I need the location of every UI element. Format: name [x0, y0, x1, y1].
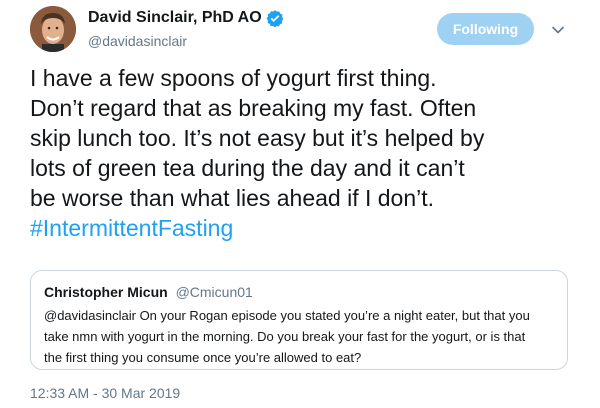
- quoted-tweet-author-handle: @Cmicun01: [175, 284, 253, 300]
- avatar[interactable]: [30, 6, 76, 52]
- quoted-tweet-header: Christopher Micun @Cmicun01: [44, 284, 253, 300]
- author-display-name[interactable]: David Sinclair, PhD AO: [88, 9, 262, 27]
- tweet-text-line: be worse than what lies ahead if I don’t…: [30, 185, 435, 211]
- tweet: David Sinclair, PhD AO @davidasinclair F…: [0, 0, 600, 408]
- tweet-text-line: skip lunch too. It’s not easy but it’s h…: [30, 125, 485, 151]
- quoted-tweet-text-line: @davidasinclair On your Rogan episode yo…: [44, 308, 530, 323]
- quoted-tweet-author-name: Christopher Micun: [44, 284, 168, 300]
- tweet-text-line: Don’t regard that as breaking my fast. O…: [30, 95, 477, 121]
- verified-badge-icon: [266, 10, 284, 27]
- quoted-tweet-text: @davidasinclair On your Rogan episode yo…: [44, 305, 559, 368]
- author-handle[interactable]: @davidasinclair: [88, 33, 187, 49]
- tweet-text-line: I have a few spoons of yogurt first thin…: [30, 65, 437, 91]
- following-button[interactable]: Following: [437, 13, 534, 45]
- tweet-timestamp[interactable]: 12:33 AM - 30 Mar 2019: [30, 385, 180, 401]
- quoted-tweet-text-line: the first thing you consume once you’re …: [44, 350, 362, 365]
- quoted-tweet-text-line: take nmn with yogurt in the morning. Do …: [44, 329, 526, 344]
- tweet-text-line: lots of green tea during the day and it …: [30, 155, 465, 181]
- tweet-text: I have a few spoons of yogurt first thin…: [30, 63, 586, 243]
- hashtag-link[interactable]: #IntermittentFasting: [30, 213, 586, 243]
- chevron-down-icon[interactable]: [551, 23, 565, 37]
- avatar-image: [30, 6, 76, 52]
- quoted-tweet[interactable]: Christopher Micun @Cmicun01 @davidasincl…: [30, 270, 568, 370]
- author-display-name-row[interactable]: David Sinclair, PhD AO: [88, 9, 284, 27]
